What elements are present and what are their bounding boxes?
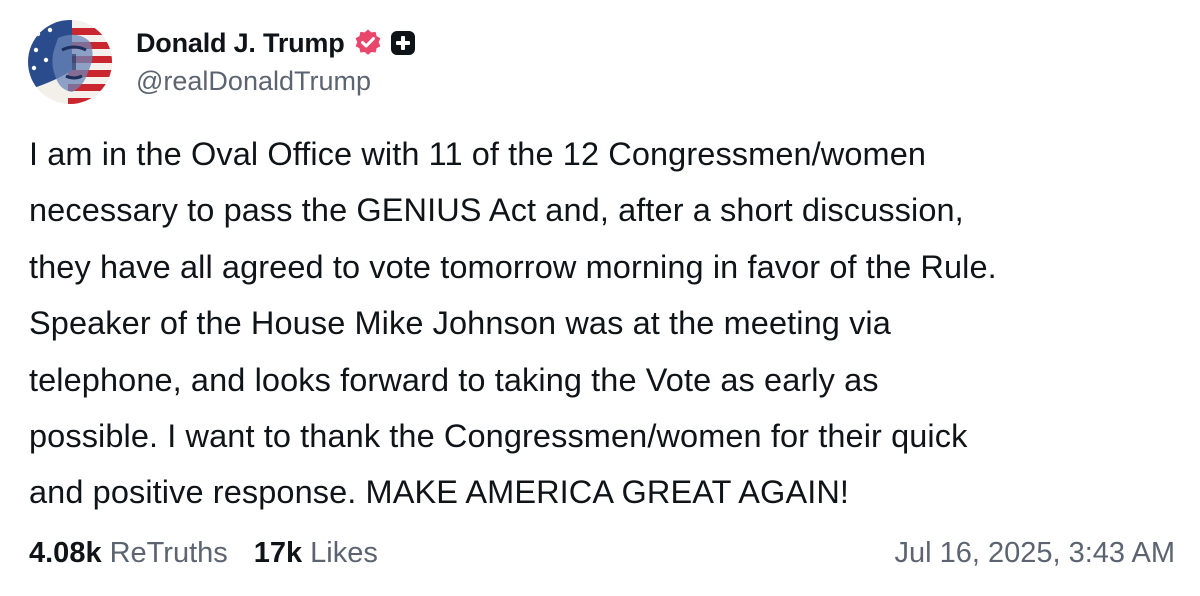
likes-label: Likes — [310, 536, 378, 569]
plus-badge-icon — [390, 30, 416, 56]
post-stats: 4.08k ReTruths 17k Likes — [29, 537, 404, 570]
author-info: Donald J. Trump @realDonaldTrump — [136, 20, 416, 97]
author-handle[interactable]: @realDonaldTrump — [136, 66, 416, 97]
verified-badge-icon — [353, 28, 383, 58]
retruths-label: ReTruths — [109, 536, 228, 569]
post-text: I am in the Oval Office with 11 of the 1… — [29, 136, 997, 511]
post-timestamp[interactable]: Jul 16, 2025, 3:43 AM — [894, 537, 1175, 570]
retruths-count: 4.08k — [29, 536, 102, 569]
likes-count: 17k — [253, 536, 303, 569]
post-footer: 4.08k ReTruths 17k Likes Jul 16, 2025, 3… — [29, 531, 1175, 575]
likes-stat[interactable]: 17k Likes — [254, 537, 378, 570]
retruths-stat[interactable]: 4.08k ReTruths — [29, 537, 228, 570]
author-name-row: Donald J. Trump — [136, 26, 416, 60]
author-display-name[interactable]: Donald J. Trump — [136, 28, 345, 59]
avatar[interactable] — [28, 20, 112, 104]
post-header: Donald J. Trump @realDonaldTrump — [28, 20, 416, 110]
truth-post: Donald J. Trump @realDonaldTrump I am in… — [0, 0, 1200, 596]
